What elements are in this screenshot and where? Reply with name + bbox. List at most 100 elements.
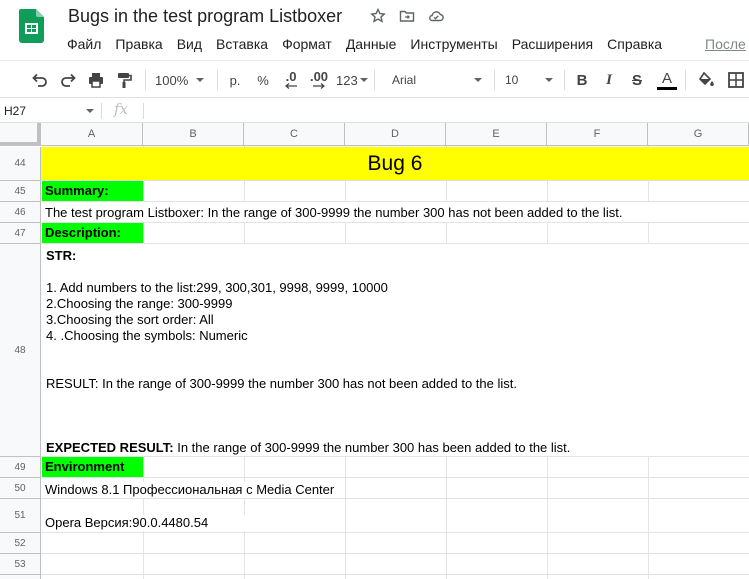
select-all-corner[interactable] — [0, 123, 41, 146]
undo-button[interactable] — [30, 69, 50, 91]
menu-insert[interactable]: Вставка — [209, 34, 275, 54]
description-label[interactable]: Description: — [42, 223, 143, 243]
str-label: STR: — [46, 248, 77, 263]
step-2: 2.Choosing the range: 300-9999 — [46, 296, 233, 311]
increase-decimal-button[interactable]: .00 — [308, 69, 330, 91]
number-format-select[interactable]: 123 — [336, 69, 368, 91]
bug-title: Bug 6 — [367, 152, 423, 175]
paint-format-icon — [118, 73, 132, 88]
menu-edit[interactable]: Правка — [108, 34, 169, 54]
arrow-left-icon — [285, 83, 297, 89]
strikethrough-button[interactable]: S — [628, 69, 646, 91]
menu-extensions[interactable]: Расширения — [505, 34, 600, 54]
column-header-c[interactable]: C — [244, 123, 345, 146]
toolbar-separator — [217, 70, 218, 90]
borders-icon — [728, 72, 744, 88]
undo-icon — [32, 73, 47, 87]
toolbar-separator — [374, 70, 375, 90]
italic-button[interactable]: I — [600, 69, 618, 91]
print-button[interactable] — [86, 69, 106, 91]
row-header-44[interactable]: 44 — [0, 147, 41, 181]
row-header-52[interactable]: 52 — [0, 533, 41, 554]
row-header-45[interactable]: 45 — [0, 181, 41, 202]
formula-bar: H27 fx — [0, 99, 749, 123]
chevron-down-icon — [359, 78, 368, 82]
font-size-value: 10 — [505, 73, 519, 87]
column-header-b[interactable]: B — [143, 123, 244, 146]
toolbar-separator — [145, 70, 146, 90]
move-folder-icon[interactable] — [399, 8, 415, 24]
bold-button[interactable]: B — [573, 69, 591, 91]
column-header-g[interactable]: G — [648, 123, 749, 146]
menu-format[interactable]: Формат — [275, 34, 339, 54]
currency-format-button[interactable]: р. — [226, 69, 244, 91]
expected-result-text: In the range of 300-9999 the number 300 … — [173, 440, 571, 455]
toolbar-separator — [564, 70, 565, 90]
expected-result-line: EXPECTED RESULT: In the range of 300-999… — [46, 440, 570, 455]
spreadsheet-grid[interactable]: A B C D E F G 44 45 46 47 48 49 50 51 52… — [0, 123, 749, 579]
text-color-label: A — [661, 69, 672, 87]
decrease-decimal-button[interactable]: .0 — [280, 69, 302, 91]
zoom-select[interactable]: 100% — [155, 69, 211, 91]
cloud-saved-icon[interactable] — [428, 8, 444, 24]
row-header-48[interactable]: 48 — [0, 244, 41, 457]
environment-label[interactable]: Environment — [42, 457, 143, 477]
summary-text[interactable]: The test program Listboxer: In the range… — [45, 202, 749, 222]
percent-format-button[interactable]: % — [254, 69, 272, 91]
text-color-swatch — [657, 86, 677, 90]
row-header-46[interactable]: 46 — [0, 202, 41, 223]
row-header-51[interactable]: 51 — [0, 499, 41, 533]
environment-os[interactable]: Windows 8.1 Профессиональная с Media Cen… — [45, 482, 345, 498]
gridline — [41, 532, 749, 533]
step-3: 3.Choosing the sort order: All — [46, 312, 214, 327]
row-header-53[interactable]: 53 — [0, 554, 41, 575]
fill-color-button[interactable] — [696, 69, 716, 91]
menu-help[interactable]: Справка — [600, 34, 669, 54]
gridline — [41, 553, 749, 554]
menu-data[interactable]: Данные — [339, 34, 404, 54]
description-cell[interactable]: STR: 1. Add numbers to the list:299, 300… — [42, 244, 749, 456]
document-title[interactable]: Bugs in the test program Listboxer — [68, 6, 342, 27]
last-edit-link[interactable]: После — [705, 34, 746, 54]
font-family-select[interactable]: Arial — [384, 69, 490, 91]
print-icon — [89, 73, 103, 88]
cell-reference: H27 — [4, 104, 27, 118]
borders-button[interactable] — [726, 69, 746, 91]
step-4: 4. .Choosing the symbols: Numeric — [46, 328, 248, 343]
summary-label[interactable]: Summary: — [42, 181, 143, 201]
menu-view[interactable]: Вид — [170, 34, 209, 54]
redo-button[interactable] — [58, 69, 78, 91]
paint-format-button[interactable] — [114, 69, 134, 91]
toolbar-separator — [494, 70, 495, 90]
font-size-select[interactable]: 10 — [499, 69, 559, 91]
name-box[interactable]: H27 — [0, 99, 100, 123]
formula-input[interactable] — [148, 99, 748, 123]
column-header-a[interactable]: A — [41, 123, 143, 146]
arrow-right-icon — [313, 83, 325, 89]
star-icon[interactable] — [370, 8, 386, 24]
menu-tools[interactable]: Инструменты — [403, 34, 504, 54]
expected-result-label: EXPECTED RESULT: — [46, 440, 174, 455]
gridline — [41, 498, 749, 499]
chevron-down-icon — [196, 78, 205, 82]
formula-separator — [143, 103, 144, 119]
environment-browser[interactable]: Opera Версия:90.0.4480.54 — [45, 515, 345, 531]
fill-color-icon — [698, 71, 714, 86]
redo-icon — [61, 73, 76, 87]
menu-file[interactable]: Файл — [60, 34, 108, 54]
column-header-f[interactable]: F — [547, 123, 648, 146]
column-header-e[interactable]: E — [446, 123, 547, 146]
row-header-next[interactable] — [0, 575, 41, 579]
toolbar-separator — [685, 70, 686, 90]
decrease-decimal-label: .0 — [285, 69, 297, 84]
gridline — [41, 222, 749, 223]
result-text: RESULT: In the range of 300-9999 the num… — [46, 376, 517, 391]
row-header-50[interactable]: 50 — [0, 478, 41, 499]
row-header-49[interactable]: 49 — [0, 457, 41, 478]
column-header-d[interactable]: D — [345, 123, 446, 146]
sheets-logo-icon[interactable] — [19, 9, 44, 43]
row-header-47[interactable]: 47 — [0, 223, 41, 244]
text-color-button[interactable]: A — [656, 69, 678, 91]
chevron-down-icon — [474, 78, 482, 82]
gridline — [41, 574, 749, 575]
